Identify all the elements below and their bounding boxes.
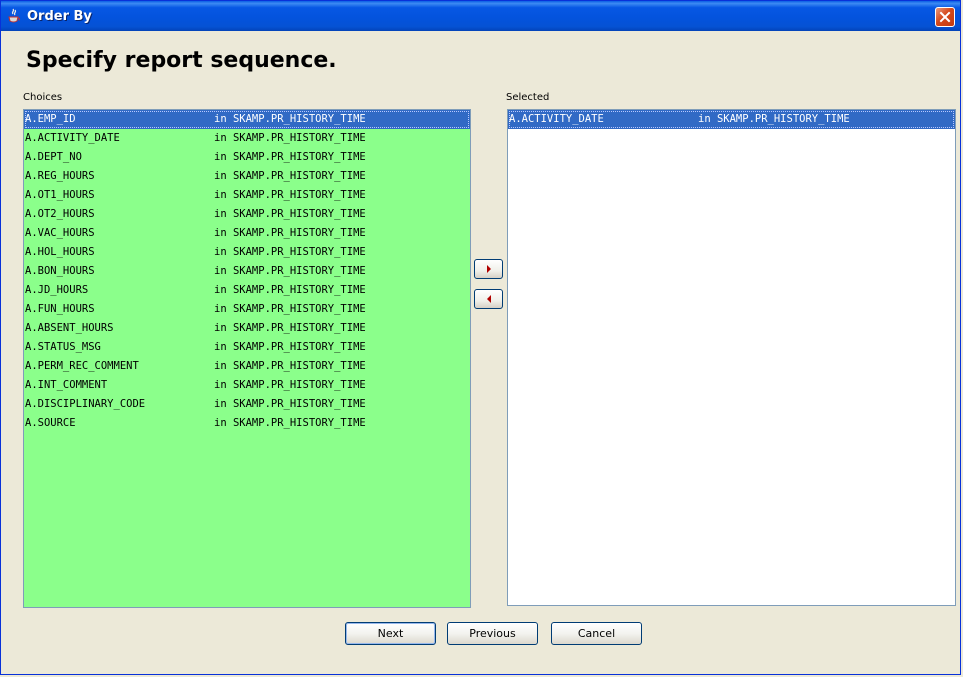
add-to-selected-button[interactable] — [474, 259, 503, 279]
list-item[interactable]: A.DISCIPLINARY_CODE in SKAMP.PR_HISTORY_T… — [24, 395, 470, 414]
list-item[interactable]: A.DEPT_NO in SKAMP.PR_HISTORY_TIME — [24, 148, 470, 167]
close-icon — [939, 11, 951, 23]
field-source: in SKAMP.PR_HISTORY_TIME — [214, 379, 366, 391]
page-title: Specify report sequence. — [26, 48, 337, 73]
triangle-right-icon — [487, 265, 491, 273]
field-source: in SKAMP.PR_HISTORY_TIME — [214, 398, 366, 410]
field-source: in SKAMP.PR_HISTORY_TIME — [214, 417, 366, 429]
field-name: A.SOURCE — [25, 417, 76, 429]
field-name: A.HOL_HOURS — [25, 246, 95, 258]
field-source: in SKAMP.PR_HISTORY_TIME — [214, 303, 366, 315]
list-item[interactable]: A.ACTIVITY_DATE in SKAMP.PR_HISTORY_TIME — [508, 110, 955, 129]
selected-list[interactable]: A.ACTIVITY_DATE in SKAMP.PR_HISTORY_TIME — [507, 109, 956, 606]
field-name: A.DISCIPLINARY_CODE — [25, 398, 146, 410]
field-source: in SKAMP.PR_HISTORY_TIME — [214, 265, 366, 277]
list-item[interactable]: A.HOL_HOURS in SKAMP.PR_HISTORY_TIME — [24, 243, 470, 262]
field-name: A.ACTIVITY_DATE — [509, 113, 604, 125]
previous-button[interactable]: Previous — [447, 622, 538, 645]
close-button[interactable] — [935, 7, 955, 27]
field-source: in SKAMP.PR_HISTORY_TIME — [698, 113, 850, 125]
field-name: A.FUN_HOURS — [25, 303, 95, 315]
list-item[interactable]: A.REG_HOURS in SKAMP.PR_HISTORY_TIME — [24, 167, 470, 186]
field-name: A.DEPT_NO — [25, 151, 82, 163]
field-name: A.OT1_HOURS — [25, 189, 95, 201]
list-item[interactable]: A.OT1_HOURS in SKAMP.PR_HISTORY_TIME — [24, 186, 470, 205]
field-source: in SKAMP.PR_HISTORY_TIME — [214, 284, 366, 296]
field-name: A.REG_HOURS — [25, 170, 95, 182]
cancel-button[interactable]: Cancel — [551, 622, 642, 645]
order-by-dialog: Order By Specify report sequence. Choice… — [0, 0, 961, 675]
list-item[interactable]: A.OT2_HOURS in SKAMP.PR_HISTORY_TIME — [24, 205, 470, 224]
title-bar[interactable]: Order By — [1, 1, 960, 31]
window-title: Order By — [27, 8, 92, 24]
remove-from-selected-button[interactable] — [474, 289, 503, 309]
field-source: in SKAMP.PR_HISTORY_TIME — [214, 113, 366, 125]
list-item[interactable]: A.PERM_REC_COMMENT in SKAMP.PR_HISTORY_TI… — [24, 357, 470, 376]
list-item[interactable]: A.EMP_ID in SKAMP.PR_HISTORY_TIME — [24, 110, 470, 129]
field-name: A.PERM_REC_COMMENT — [25, 360, 139, 372]
field-source: in SKAMP.PR_HISTORY_TIME — [214, 360, 366, 372]
field-name: A.OT2_HOURS — [25, 208, 95, 220]
field-name: A.VAC_HOURS — [25, 227, 95, 239]
list-item[interactable]: A.BON_HOURS in SKAMP.PR_HISTORY_TIME — [24, 262, 470, 281]
field-name: A.STATUS_MSG — [25, 341, 101, 353]
list-item[interactable]: A.ABSENT_HOURS in SKAMP.PR_HISTORY_TIME — [24, 319, 470, 338]
choices-list[interactable]: A.EMP_ID in SKAMP.PR_HISTORY_TIME A.ACTIVI… — [23, 109, 471, 608]
field-name: A.INT_COMMENT — [25, 379, 108, 391]
field-source: in SKAMP.PR_HISTORY_TIME — [214, 208, 366, 220]
list-item[interactable]: A.SOURCE in SKAMP.PR_HISTORY_TIME — [24, 414, 470, 433]
field-name: A.ABSENT_HOURS — [25, 322, 114, 334]
list-item[interactable]: A.VAC_HOURS in SKAMP.PR_HISTORY_TIME — [24, 224, 470, 243]
triangle-left-icon — [487, 295, 491, 303]
field-source: in SKAMP.PR_HISTORY_TIME — [214, 170, 366, 182]
list-item[interactable]: A.ACTIVITY_DATE in SKAMP.PR_HISTORY_TIME — [24, 129, 470, 148]
field-source: in SKAMP.PR_HISTORY_TIME — [214, 189, 366, 201]
next-button[interactable]: Next — [345, 622, 436, 645]
field-name: A.JD_HOURS — [25, 284, 89, 296]
field-source: in SKAMP.PR_HISTORY_TIME — [214, 132, 366, 144]
field-name: A.EMP_ID — [25, 113, 76, 125]
java-cup-icon — [8, 8, 21, 23]
choices-label: Choices — [23, 92, 63, 103]
field-name: A.BON_HOURS — [25, 265, 95, 277]
field-source: in SKAMP.PR_HISTORY_TIME — [214, 341, 366, 353]
field-source: in SKAMP.PR_HISTORY_TIME — [214, 246, 366, 258]
field-source: in SKAMP.PR_HISTORY_TIME — [214, 151, 366, 163]
list-item[interactable]: A.INT_COMMENT in SKAMP.PR_HISTORY_TIME — [24, 376, 470, 395]
list-item[interactable]: A.JD_HOURS in SKAMP.PR_HISTORY_TIME — [24, 281, 470, 300]
list-item[interactable]: A.STATUS_MSG in SKAMP.PR_HISTORY_TIME — [24, 338, 470, 357]
selected-label: Selected — [506, 92, 550, 103]
list-item[interactable]: A.FUN_HOURS in SKAMP.PR_HISTORY_TIME — [24, 300, 470, 319]
field-name: A.ACTIVITY_DATE — [25, 132, 120, 144]
field-source: in SKAMP.PR_HISTORY_TIME — [214, 322, 366, 334]
field-source: in SKAMP.PR_HISTORY_TIME — [214, 227, 366, 239]
